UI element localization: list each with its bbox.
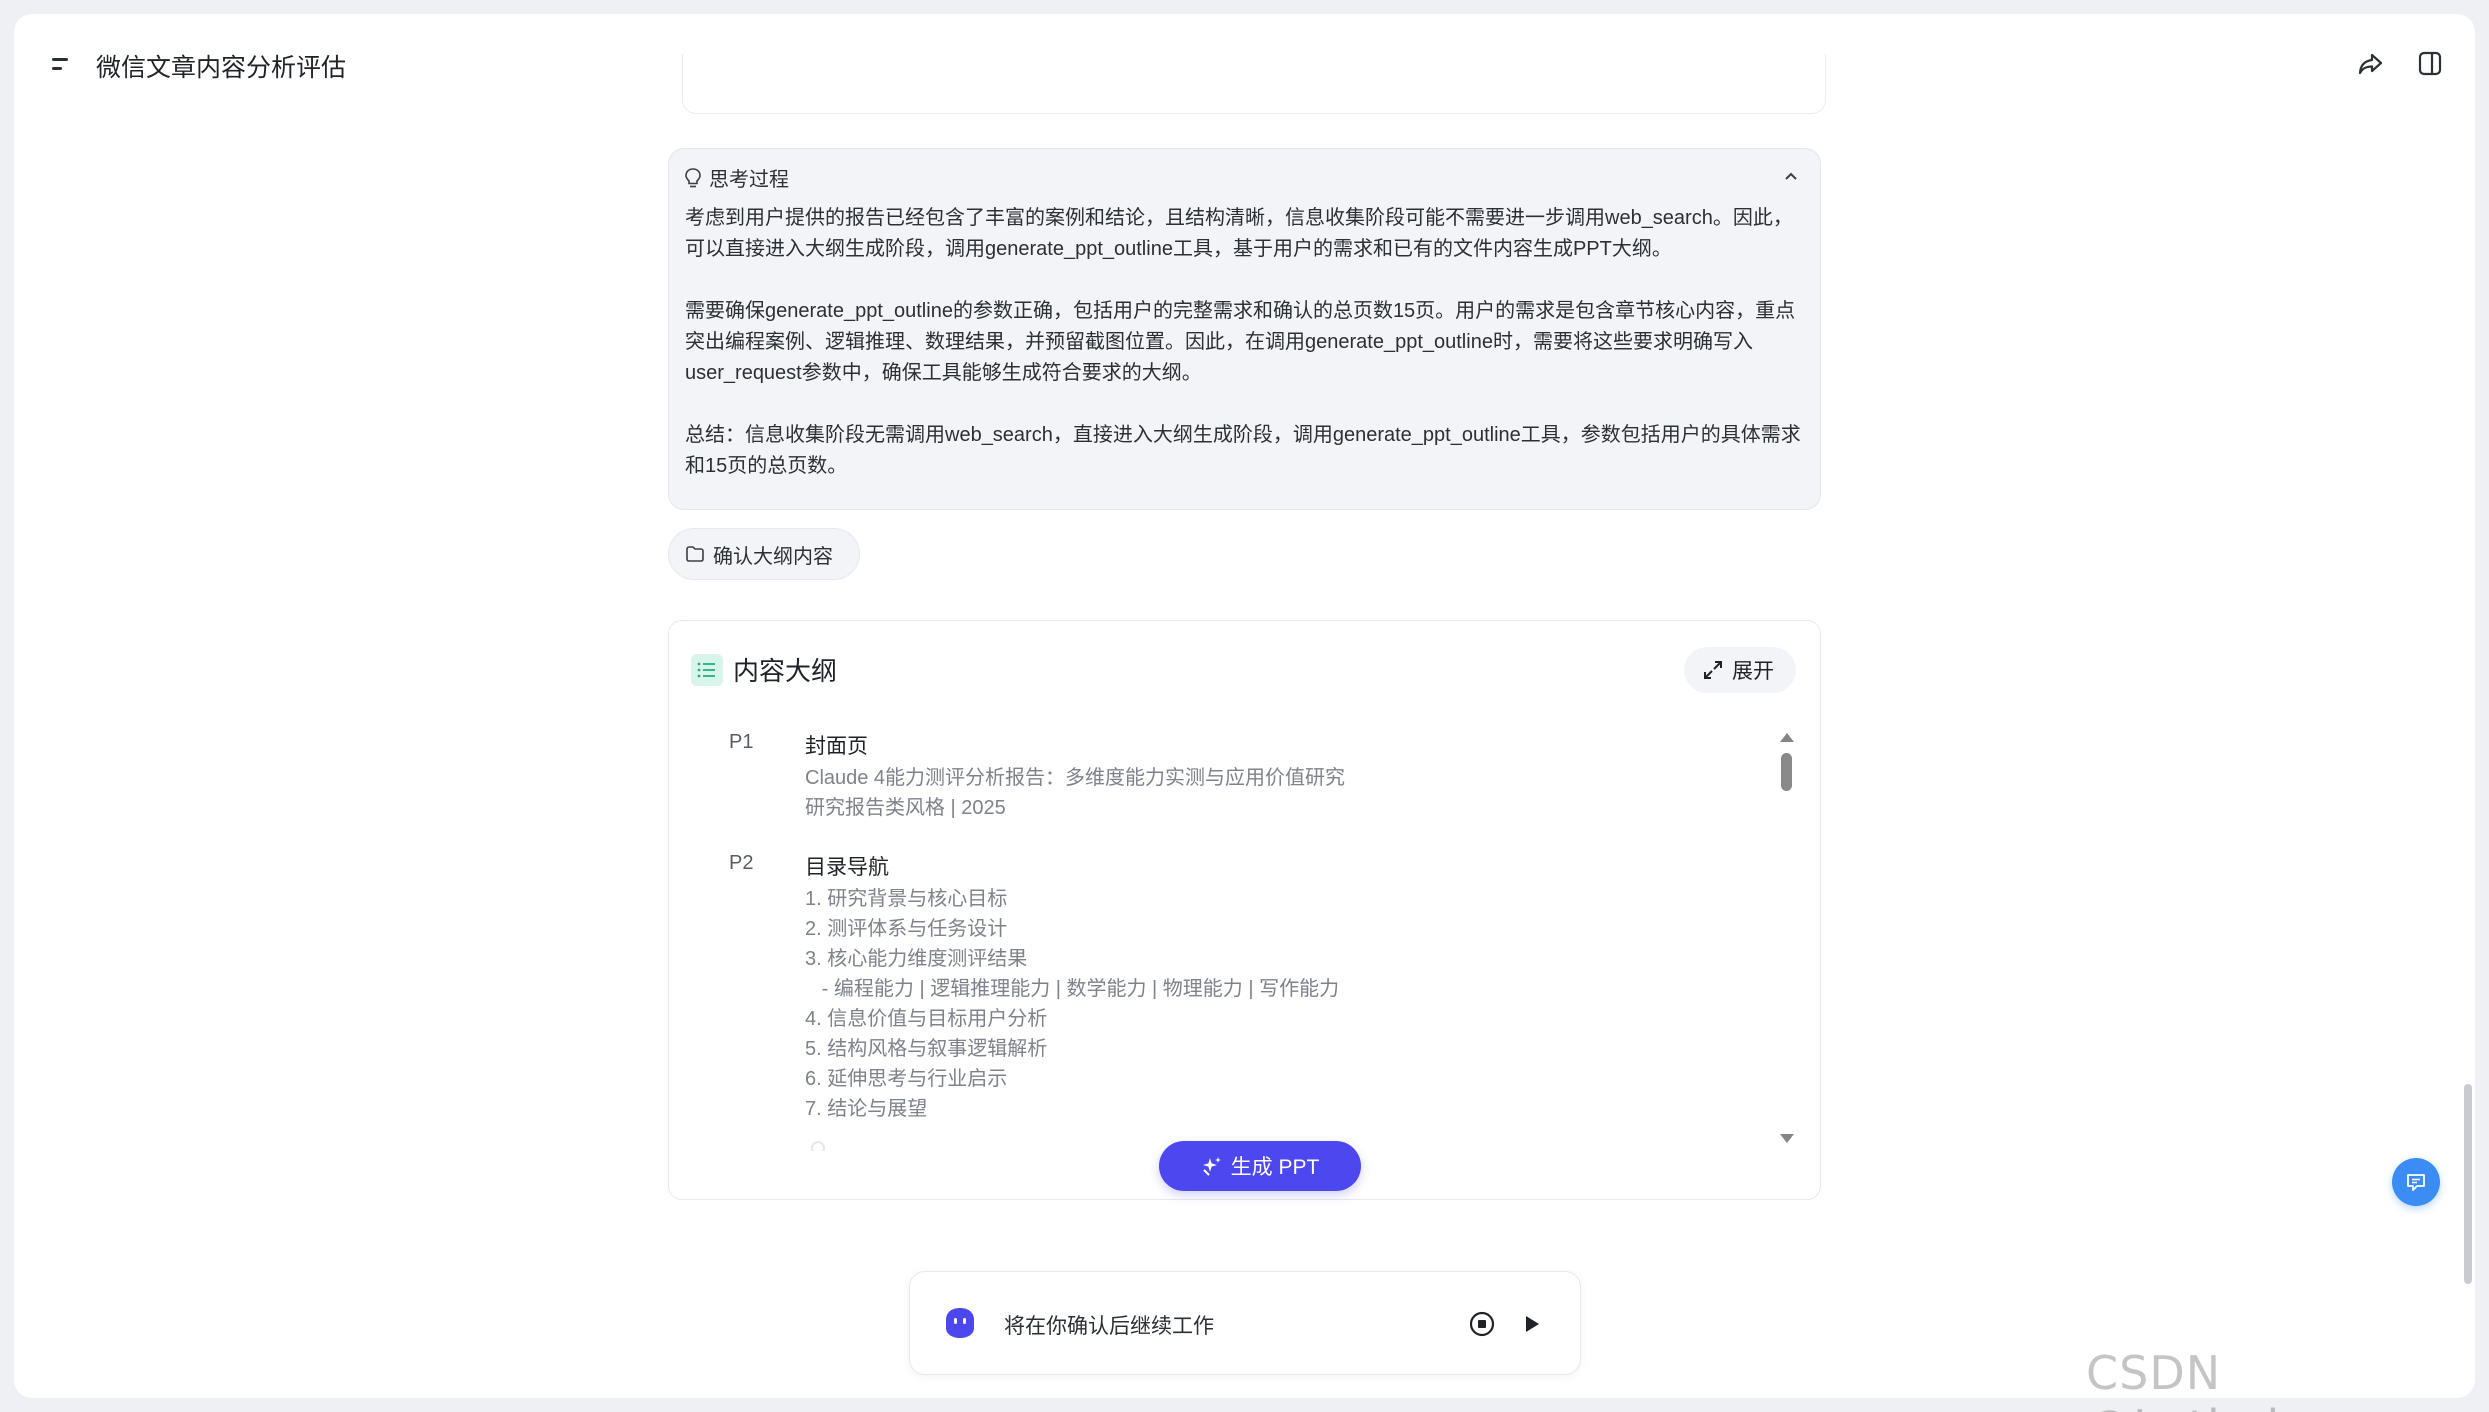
- outline-page: P1 封面页 Claude 4能力测评分析报告：多维度能力实测与应用价值研究 研…: [669, 731, 1769, 823]
- status-input-text[interactable]: 将在你确认后继续工作: [1004, 1310, 1214, 1340]
- chat-input-bar: 将在你确认后继续工作: [909, 1271, 1581, 1375]
- page-line: 研究报告类风格 | 2025: [805, 797, 1006, 819]
- page-number: P2: [729, 852, 754, 874]
- outline-scroll-area[interactable]: P1 封面页 Claude 4能力测评分析报告：多维度能力实测与应用价值研究 研…: [669, 731, 1769, 1151]
- menu-icon[interactable]: [48, 50, 76, 78]
- page-line: 4. 信息价值与目标用户分析: [805, 1008, 1048, 1030]
- watermark: CSDN @Lethehong: [2086, 1346, 2385, 1412]
- stop-icon[interactable]: [1467, 1309, 1497, 1339]
- generate-ppt-button[interactable]: 生成 PPT: [1159, 1141, 1361, 1191]
- thinking-paragraph: 需要确保generate_ppt_outline的参数正确，包括用户的完整需求和…: [685, 300, 1796, 384]
- thinking-header[interactable]: 思考过程: [683, 163, 789, 192]
- outline-page: P2 目录导航 1. 研究背景与核心目标 2. 测评体系与任务设计 3. 核心能…: [669, 852, 1769, 1124]
- page-line: 3. 核心能力维度测评结果: [805, 948, 1028, 970]
- outline-header: 内容大纲: [691, 651, 837, 688]
- page-line: - 编程能力 | 逻辑推理能力 | 数学能力 | 物理能力 | 写作能力: [805, 978, 1340, 1000]
- scroll-down-arrow-icon[interactable]: [1780, 1134, 1794, 1143]
- outline-scrollbar[interactable]: [1778, 733, 1794, 1143]
- page-title: 微信文章内容分析评估: [96, 54, 347, 82]
- generate-ppt-label: 生成 PPT: [1230, 1156, 1320, 1179]
- thinking-paragraph: 总结：信息收集阶段无需调用web_search，直接进入大纲生成阶段，调用gen…: [685, 424, 1801, 477]
- app-window: 微信文章内容分析评估 思考过程 考虑到用户提供的报告已经包含了丰富的案例和结论，…: [14, 14, 2475, 1398]
- page-line: 1. 研究背景与核心目标: [805, 888, 1008, 910]
- bot-avatar-icon: [940, 1306, 980, 1340]
- feedback-chat-button[interactable]: [2392, 1158, 2440, 1206]
- thinking-text: 考虑到用户提供的报告已经包含了丰富的案例和结论，且结构清晰，信息收集阶段可能不需…: [685, 203, 1807, 482]
- list-icon: [691, 653, 723, 686]
- thinking-process-card: 思考过程 考虑到用户提供的报告已经包含了丰富的案例和结论，且结构清晰，信息收集阶…: [668, 148, 1821, 510]
- page-line: 2. 测评体系与任务设计: [805, 918, 1008, 940]
- lightbulb-icon: [685, 167, 701, 187]
- chat-icon: [2407, 1174, 2425, 1191]
- page-line: 6. 延伸思考与行业启示: [805, 1068, 1008, 1090]
- outline-title: 内容大纲: [733, 656, 838, 686]
- play-icon[interactable]: [1516, 1309, 1546, 1339]
- previous-card-edge: [682, 54, 1826, 114]
- expand-label: 展开: [1732, 660, 1774, 683]
- thinking-paragraph: 考虑到用户提供的报告已经包含了丰富的案例和结论，且结构清晰，信息收集阶段可能不需…: [685, 207, 1793, 260]
- page-line: 7. 结论与展望: [805, 1098, 928, 1120]
- scrollbar-thumb[interactable]: [1781, 753, 1792, 791]
- sparkle-icon: [1202, 1157, 1221, 1176]
- next-page-marker: [811, 1141, 825, 1151]
- folder-icon: [686, 546, 704, 562]
- scroll-up-arrow-icon[interactable]: [1780, 733, 1794, 742]
- page-scrollbar-thumb[interactable]: [2464, 1084, 2472, 1284]
- expand-button[interactable]: 展开: [1684, 647, 1796, 693]
- confirm-outline-chip[interactable]: 确认大纲内容: [668, 528, 860, 580]
- confirm-outline-label: 确认大纲内容: [713, 545, 833, 568]
- page-number: P1: [729, 731, 754, 753]
- page-title-text: 目录导航: [805, 856, 889, 879]
- page-title-text: 封面页: [805, 735, 868, 758]
- share-icon[interactable]: [2350, 44, 2390, 84]
- sidebar-toggle-icon[interactable]: [2410, 44, 2450, 84]
- page-line: 5. 结构风格与叙事逻辑解析: [805, 1038, 1048, 1060]
- content-outline-card: 内容大纲 展开 P1 封面页 Claude 4能力测评分析报告：多维度能力实测与…: [668, 620, 1821, 1200]
- chevron-up-icon[interactable]: [1780, 165, 1802, 187]
- thinking-label: 思考过程: [709, 169, 789, 191]
- page-line: Claude 4能力测评分析报告：多维度能力实测与应用价值研究: [805, 767, 1346, 789]
- expand-icon: [1704, 661, 1722, 679]
